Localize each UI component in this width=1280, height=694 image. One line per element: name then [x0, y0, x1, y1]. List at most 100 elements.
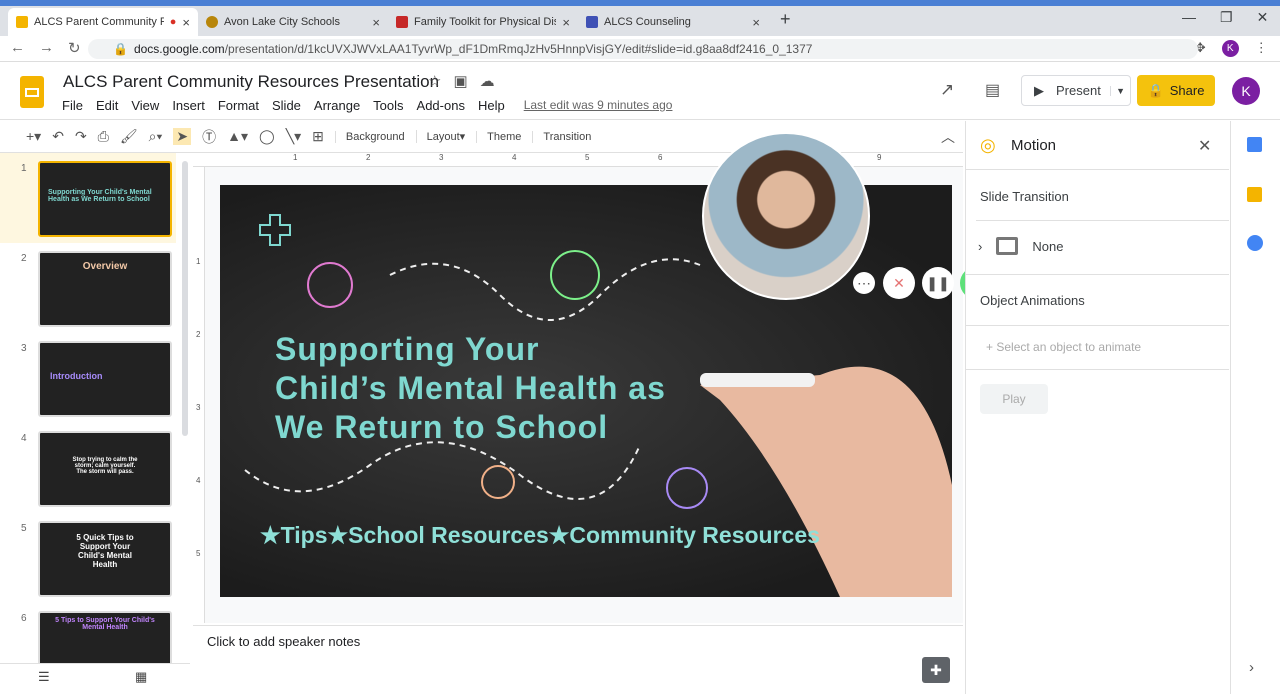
- menu-help[interactable]: Help: [478, 98, 505, 113]
- recording-icon: ●: [169, 16, 177, 28]
- school-favicon-icon: [206, 16, 218, 28]
- tab-family-toolkit[interactable]: Family Toolkit for Physical Distancing×: [388, 8, 578, 36]
- text-box-icon[interactable]: Ⓣ: [202, 127, 216, 147]
- forward-icon[interactable]: →: [39, 39, 54, 57]
- slide-thumbnail-1[interactable]: Supporting Your Child's Mental Health as…: [38, 161, 172, 237]
- last-edit-link[interactable]: Last edit was 9 minutes ago: [524, 98, 673, 113]
- profile-avatar[interactable]: K: [1221, 40, 1239, 57]
- recorder-more-button[interactable]: ⋯: [853, 272, 875, 294]
- cloud-saved-icon[interactable]: ☁: [480, 72, 495, 90]
- slide-thumbnail-6[interactable]: 5 Tips to Support Your Child's Mental He…: [38, 611, 172, 663]
- grid-view-icon[interactable]: ▦: [135, 669, 147, 685]
- activity-trend-icon[interactable]: ↗: [940, 80, 954, 100]
- url-field[interactable]: 🔒 docs.google.com/presentation/d/1kcUVXJW…: [88, 39, 1198, 59]
- theme-button[interactable]: Theme: [476, 130, 521, 143]
- transition-preview-icon: [996, 237, 1019, 255]
- minimize-button[interactable]: —: [1182, 9, 1196, 26]
- paint-format-icon[interactable]: 🖌: [120, 128, 138, 145]
- menu-edit[interactable]: Edit: [96, 98, 118, 113]
- image-icon[interactable]: ▲▾: [227, 128, 248, 145]
- close-tab-icon[interactable]: ×: [182, 15, 190, 30]
- present-icon: ▶: [1034, 82, 1044, 98]
- tab-counseling[interactable]: ALCS Counseling ×: [578, 8, 768, 36]
- close-tab-icon[interactable]: ×: [562, 15, 570, 30]
- slides-favicon-icon: [16, 16, 28, 28]
- account-avatar[interactable]: K: [1232, 77, 1260, 105]
- keep-icon[interactable]: [1247, 187, 1262, 202]
- filmstrip-view-icon[interactable]: ☰: [38, 669, 50, 685]
- sites-favicon-icon: [586, 16, 598, 28]
- calendar-icon[interactable]: [1247, 137, 1262, 152]
- filmstrip-scrollbar[interactable]: [182, 161, 188, 436]
- add-animation-button[interactable]: + Select an object to animate: [986, 340, 1141, 354]
- play-button[interactable]: Play: [980, 384, 1048, 414]
- line-icon[interactable]: ╲▾: [286, 128, 301, 145]
- move-folder-icon[interactable]: ▣: [453, 72, 467, 90]
- slide-thumbnail-4[interactable]: Stop trying to calm the storm; calm your…: [38, 431, 172, 507]
- motion-panel-title: Motion: [1011, 137, 1057, 154]
- back-icon[interactable]: ←: [10, 39, 25, 57]
- motion-icon: ◎: [980, 135, 996, 155]
- slide-thumbnail-2[interactable]: Overview: [38, 251, 172, 327]
- tab-avon-lake[interactable]: Avon Lake City Schools ×: [198, 8, 388, 36]
- tasks-icon[interactable]: [1247, 235, 1263, 251]
- redo-icon[interactable]: ↷: [75, 128, 87, 145]
- transition-button[interactable]: Transition: [532, 130, 591, 143]
- recorder-cancel-button[interactable]: ✕: [883, 267, 915, 299]
- document-title[interactable]: ALCS Parent Community Resources Presenta…: [63, 72, 439, 92]
- comments-icon[interactable]: ▤: [985, 80, 1000, 100]
- motion-panel: ◎ Motion ✕ Slide Transition › None Object…: [965, 121, 1229, 694]
- close-panel-button[interactable]: ✕: [1198, 136, 1211, 156]
- print-icon[interactable]: ⎙: [98, 128, 109, 145]
- close-window-button[interactable]: ✕: [1257, 9, 1269, 26]
- speaker-notes[interactable]: Click to add speaker notes: [193, 625, 963, 694]
- new-tab-button[interactable]: +: [780, 9, 791, 30]
- transition-selector[interactable]: › None: [978, 237, 1063, 255]
- reload-icon[interactable]: ↻: [68, 39, 81, 57]
- lock-icon: 🔒: [113, 42, 128, 56]
- maximize-button[interactable]: ❐: [1220, 9, 1233, 26]
- slide-thumbnail-3[interactable]: Introduction: [38, 341, 172, 417]
- vertical-ruler: 12345: [193, 167, 205, 623]
- background-button[interactable]: Background: [334, 130, 405, 143]
- object-animations-heading: Object Animations: [980, 293, 1085, 308]
- star-icon[interactable]: ☆: [428, 72, 441, 90]
- browser-menu-icon[interactable]: ⋮: [1255, 40, 1268, 57]
- tab-slides[interactable]: ALCS Parent Community Resources Presenta…: [8, 8, 198, 36]
- docs-header: ALCS Parent Community Resources Presenta…: [0, 62, 1280, 120]
- new-slide-button[interactable]: +▾: [26, 128, 41, 145]
- close-tab-icon[interactable]: ×: [372, 15, 380, 30]
- menu-tools[interactable]: Tools: [373, 98, 403, 113]
- slide-thumbnail-5[interactable]: 5 Quick Tips to Support Your Child's Men…: [38, 521, 172, 597]
- slide-subtitle[interactable]: ★Tips★School Resources★Community Resourc…: [260, 522, 820, 549]
- webcam-overlay: [702, 132, 870, 300]
- explore-button[interactable]: ✚: [922, 657, 950, 683]
- toolkit-favicon-icon: [396, 16, 408, 28]
- menu-format[interactable]: Format: [218, 98, 259, 113]
- present-dropdown-icon[interactable]: ▼: [1110, 85, 1130, 96]
- slide-title[interactable]: Supporting Your Child’s Mental Health as W…: [275, 330, 666, 447]
- add-comment-icon[interactable]: ⊞: [312, 128, 324, 145]
- menu-file[interactable]: File: [62, 98, 83, 113]
- recorder-pause-button[interactable]: ❚❚: [922, 267, 954, 299]
- collapse-toolbar-icon[interactable]: ︿: [941, 127, 955, 147]
- menu-view[interactable]: View: [131, 98, 159, 113]
- menu-insert[interactable]: Insert: [172, 98, 205, 113]
- slides-logo-icon[interactable]: [20, 76, 44, 108]
- zoom-icon[interactable]: ⌕▾: [149, 128, 163, 145]
- select-tool-icon[interactable]: ➤: [173, 128, 192, 145]
- close-tab-icon[interactable]: ×: [752, 15, 760, 30]
- menu-slide[interactable]: Slide: [272, 98, 301, 113]
- slide-filmstrip: 1 Supporting Your Child's Mental Health …: [0, 153, 190, 663]
- share-button[interactable]: 🔒 Share: [1137, 75, 1215, 106]
- expand-chevron-icon: ›: [978, 238, 983, 254]
- expand-side-panel-icon[interactable]: ›: [1249, 659, 1254, 676]
- menu-addons[interactable]: Add-ons: [417, 98, 465, 113]
- layout-button[interactable]: Layout▾: [415, 130, 465, 143]
- side-panel: ›: [1230, 121, 1280, 694]
- lock-icon: 🔒: [1147, 82, 1164, 98]
- menu-arrange[interactable]: Arrange: [314, 98, 360, 113]
- shape-icon[interactable]: ◯: [259, 128, 275, 145]
- present-button[interactable]: ▶ Present ▼: [1021, 75, 1131, 106]
- undo-icon[interactable]: ↶: [52, 128, 64, 145]
